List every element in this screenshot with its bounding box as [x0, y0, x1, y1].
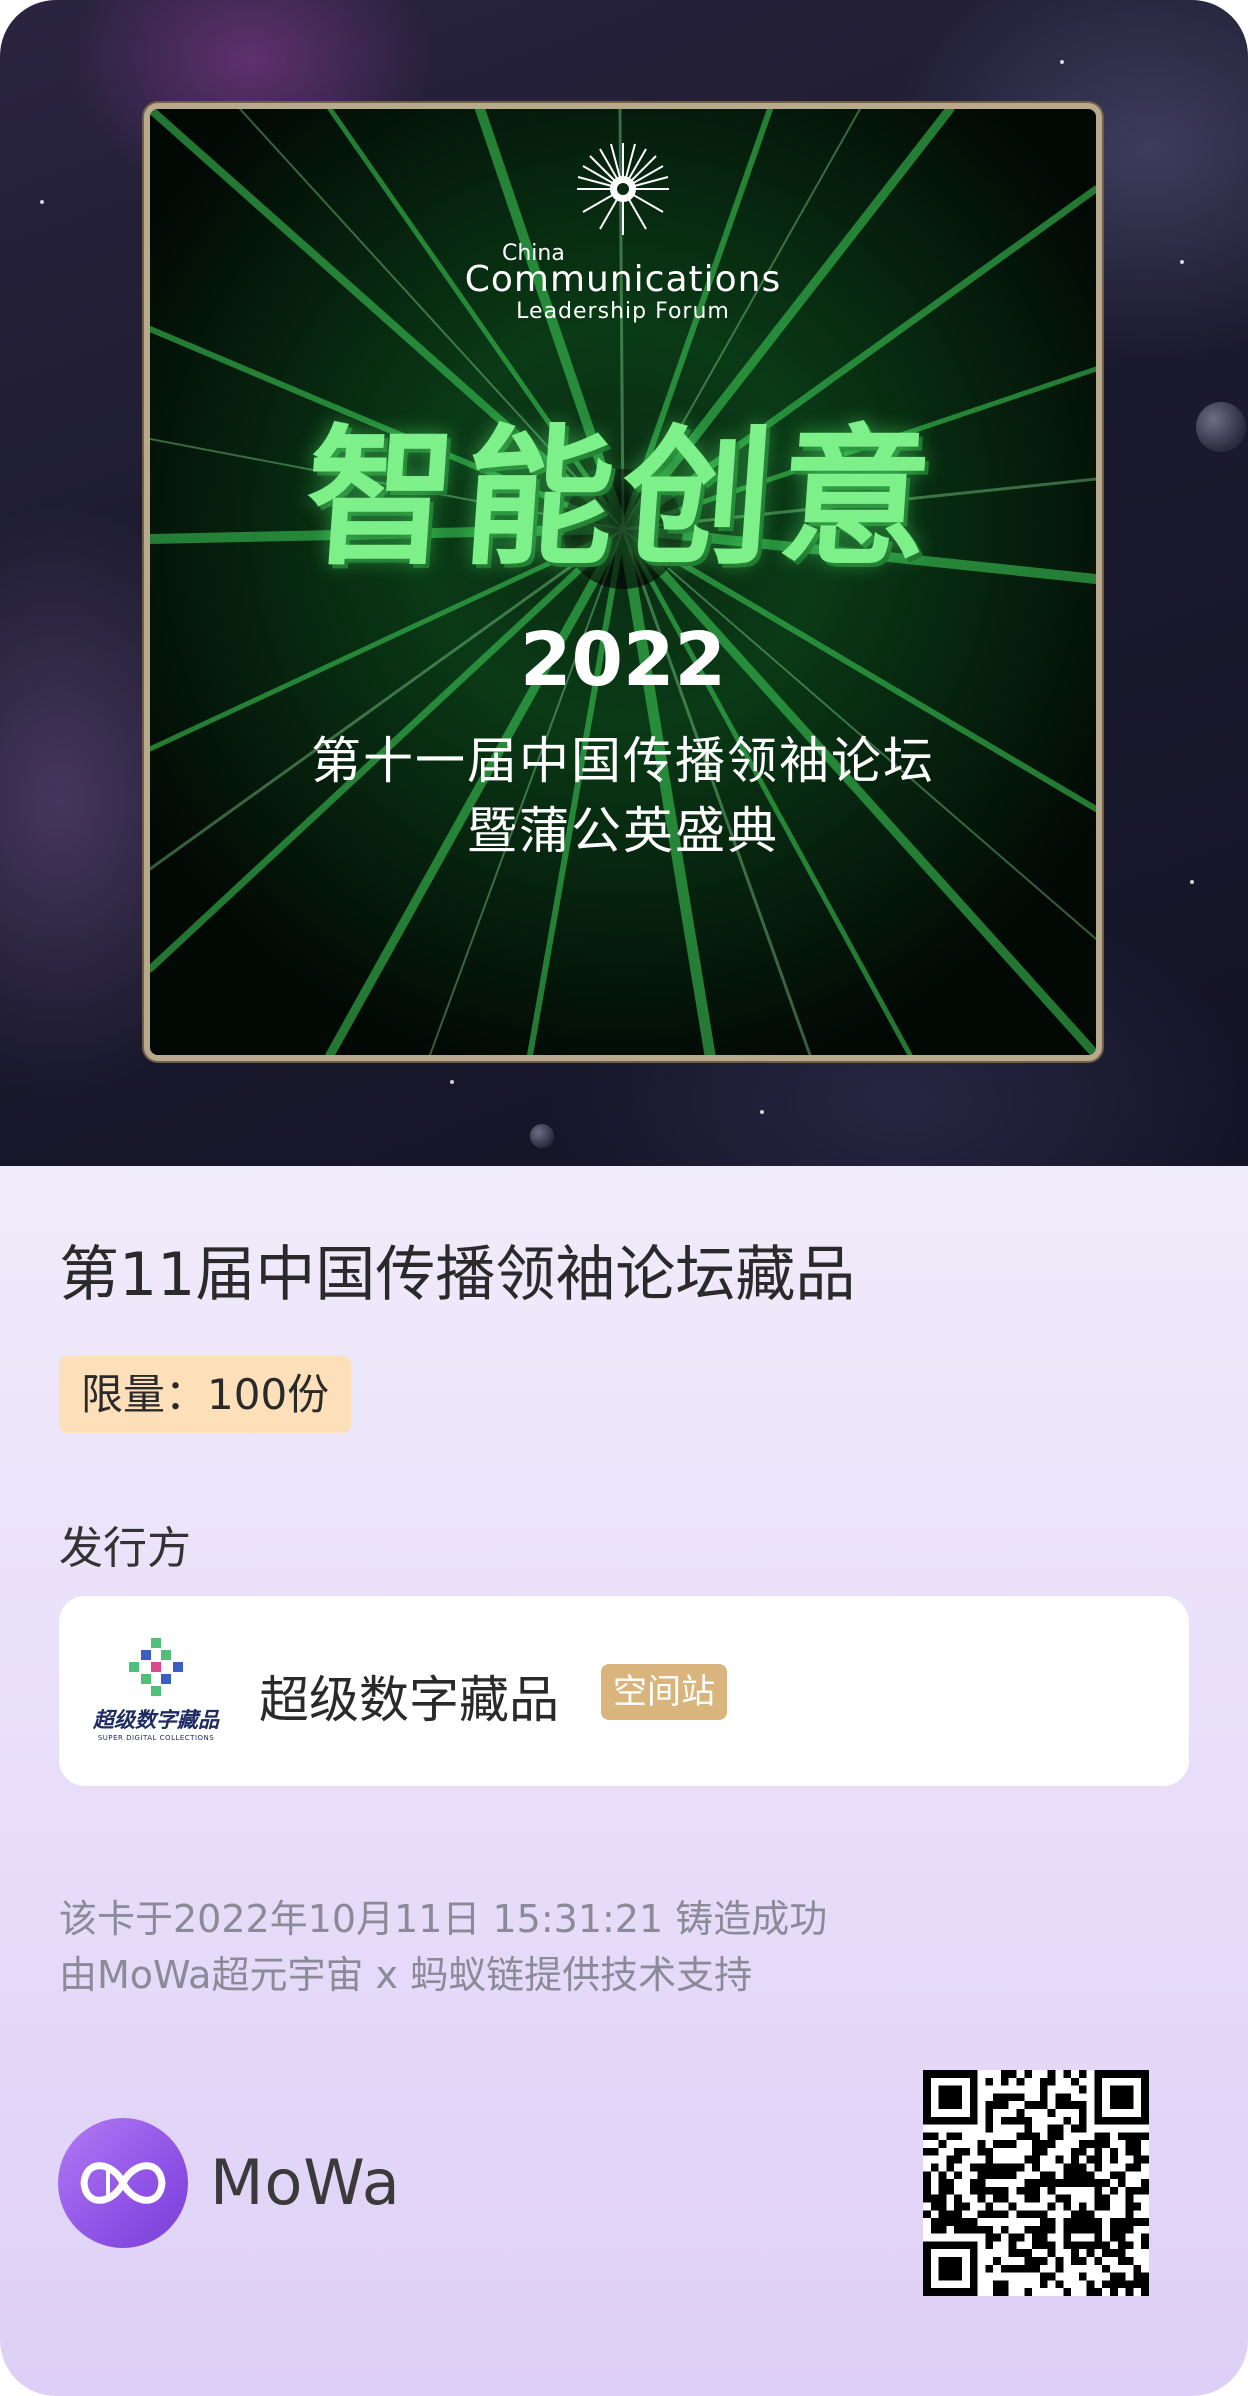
issuer-label: 发行方: [59, 1523, 191, 1574]
forum-sun-icon: [577, 143, 669, 235]
poster-year: 2022: [520, 617, 726, 703]
mowa-brand-name: MoWa: [210, 2146, 401, 2219]
issuer-logo: 超级数字藏品 SUPER DIGITAL COLLECTIONS: [91, 1638, 221, 1748]
collectible-title: 第11届中国传播领袖论坛藏品: [59, 1240, 856, 1310]
mowa-brand: MoWa: [58, 2118, 458, 2248]
planet-decoration: [1196, 402, 1246, 452]
logo-line-communications: Communications: [464, 259, 782, 300]
poster-subtitle-line2: 暨蒲公英盛典: [467, 802, 779, 860]
issuer-name: 超级数字藏品: [259, 1671, 559, 1729]
star: [1180, 260, 1184, 264]
mint-info: 该卡于2022年10月11日 15:31:21 铸造成功: [59, 1897, 828, 1941]
limit-badge: 限量：100份: [59, 1356, 352, 1433]
poster-main-title: 智能创意: [299, 412, 945, 586]
issuer-logo-icon: [129, 1638, 183, 1696]
star: [450, 1080, 454, 1084]
hero-background: China Communications Leadership Forum 智能…: [0, 0, 1248, 1166]
issuer-logo-subtext: SUPER DIGITAL COLLECTIONS: [97, 1734, 215, 1742]
qr-code-icon[interactable]: [923, 2070, 1149, 2296]
star: [1190, 880, 1194, 884]
star: [1060, 60, 1064, 64]
mowa-logo-icon: [58, 2118, 188, 2248]
star: [760, 1110, 764, 1114]
forum-logo: China Communications Leadership Forum: [150, 139, 1096, 324]
issuer-logo-text: 超级数字藏品: [93, 1708, 219, 1732]
issuer-tag: 空间站: [601, 1664, 727, 1720]
collectible-poster[interactable]: China Communications Leadership Forum 智能…: [144, 103, 1102, 1061]
planet-decoration: [530, 1124, 554, 1148]
tech-support-info: 由MoWa超元宇宙 x 蚂蚁链提供技术支持: [59, 1953, 753, 1997]
poster-subtitle-line1: 第十一届中国传播领袖论坛: [311, 732, 935, 790]
issuer-card[interactable]: 超级数字藏品 SUPER DIGITAL COLLECTIONS 超级数字藏品 …: [59, 1596, 1189, 1786]
collectible-card: China Communications Leadership Forum 智能…: [0, 0, 1248, 2396]
logo-line-forum: Leadership Forum: [516, 299, 730, 324]
star: [40, 200, 44, 204]
